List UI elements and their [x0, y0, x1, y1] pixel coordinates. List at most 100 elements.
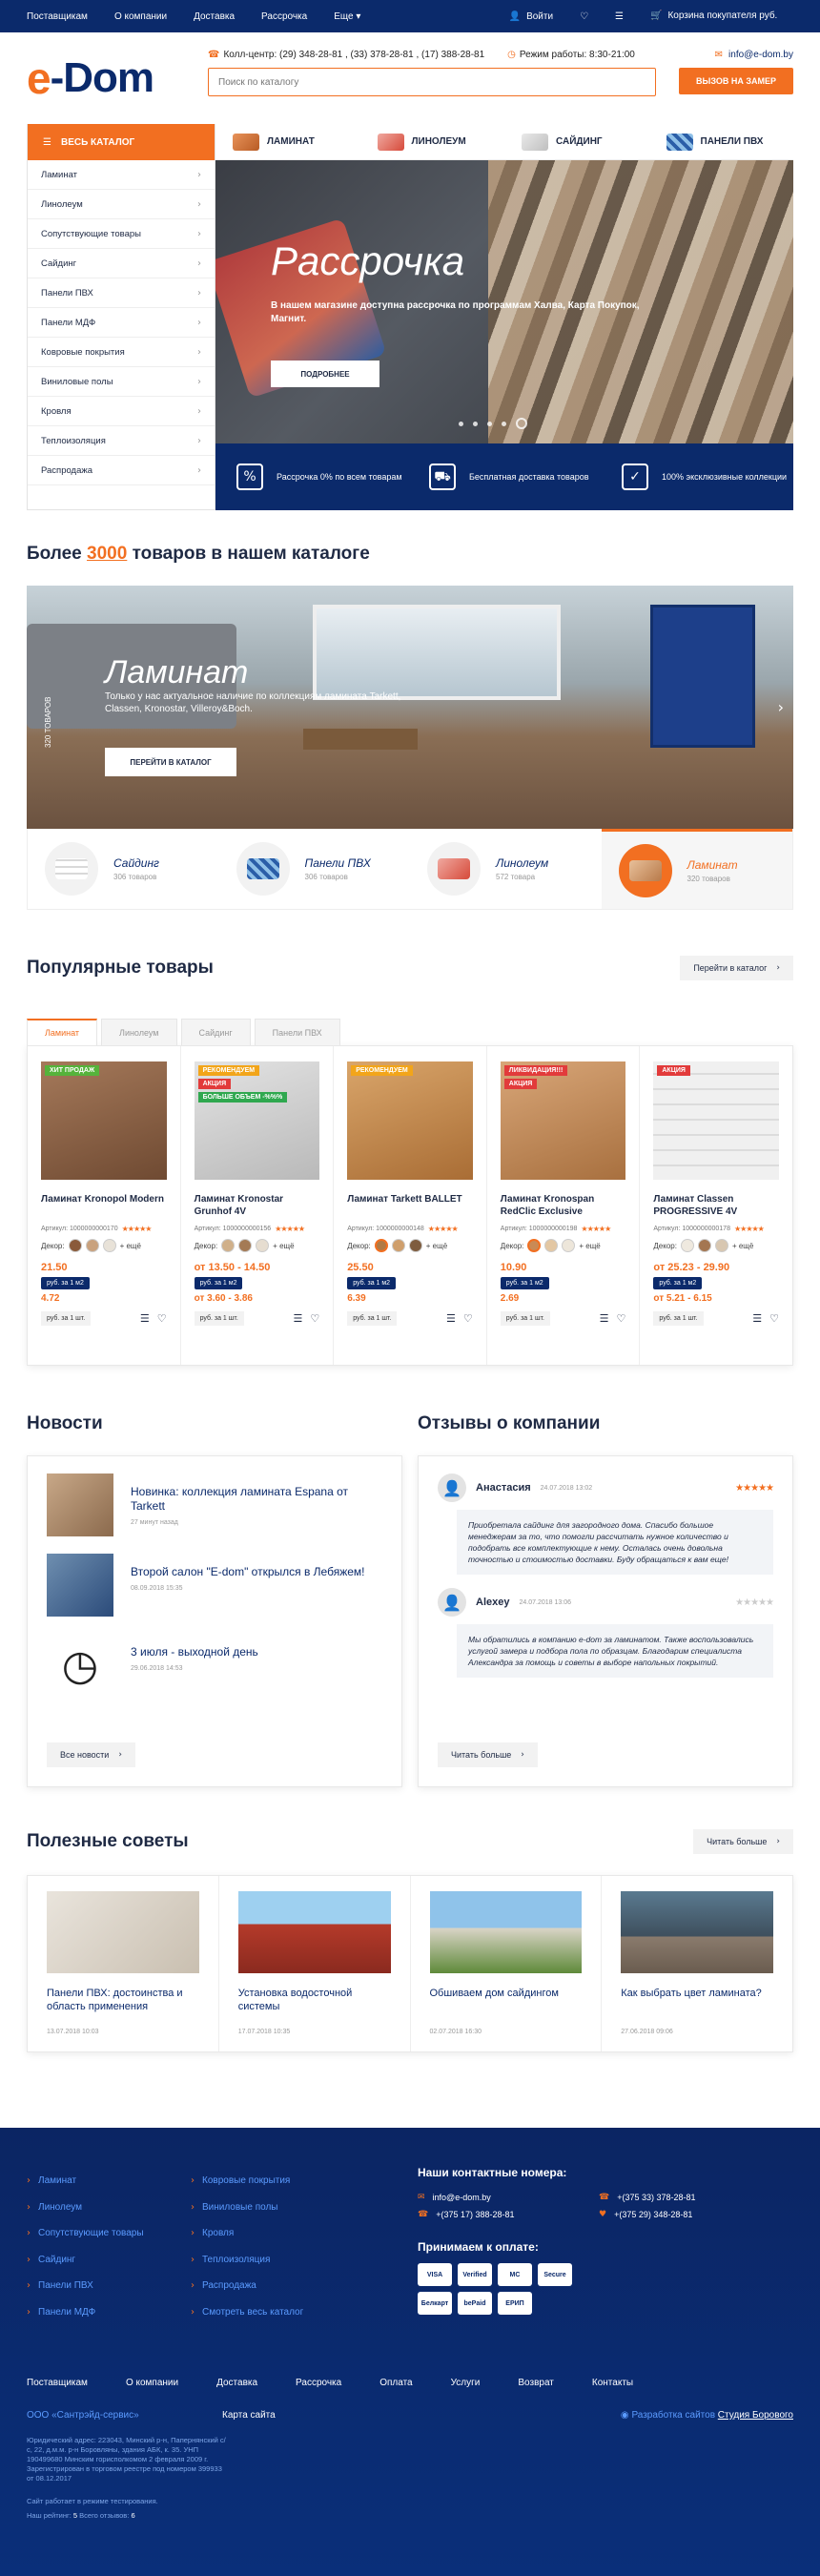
product-card[interactable]: ЛИКВИДАЦИЯ!!! АКЦИЯ Ламинат Kronospan Re…	[487, 1046, 641, 1365]
compare-icon[interactable]: ☰	[140, 1312, 150, 1325]
tip-card[interactable]: Как выбрать цвет ламината? 27.06.2018 09:…	[602, 1876, 792, 2051]
sidebar-item-vinyl[interactable]: Виниловые полы ›	[28, 367, 215, 397]
product-image[interactable]: ЛИКВИДАЦИЯ!!! АКЦИЯ	[500, 1061, 626, 1180]
qty-selector[interactable]: руб. за 1 шт.	[194, 1311, 244, 1326]
cart-link[interactable]: 🛒 Корзина покупателя руб.	[650, 10, 793, 22]
product-name[interactable]: Ламинат Kronospan RedClic Exclusive	[501, 1193, 626, 1220]
footer-link[interactable]: › Виниловые полы	[191, 2195, 303, 2221]
product-name[interactable]: Ламинат Classen PROGRESSIVE 4V	[653, 1193, 779, 1220]
product-name[interactable]: Ламинат Kronopol Modern	[41, 1193, 167, 1220]
heart-icon[interactable]: ♡	[617, 1312, 626, 1325]
tab-laminate[interactable]: Ламинат	[27, 1019, 98, 1045]
tips-more-button[interactable]: Читать больше ›	[693, 1829, 793, 1854]
category-card-pvc[interactable]: Панели ПВХ 306 товаров	[219, 829, 411, 909]
footer-link[interactable]: › Панели ПВХ	[27, 2273, 144, 2299]
sitemap-link[interactable]: Карта сайта	[222, 2410, 276, 2421]
category-card-linoleum[interactable]: Линолеум 572 товара	[410, 829, 602, 909]
product-card[interactable]: РЕКОМЕНДУЕМ Ламинат Tarkett BALLET Артик…	[334, 1046, 487, 1365]
footer-menu-contacts[interactable]: Контакты	[592, 2378, 633, 2388]
tip-title[interactable]: Панели ПВХ: достоинства и область примен…	[47, 1987, 199, 2015]
category-card-laminate[interactable]: Ламинат 320 товаров	[601, 829, 792, 909]
decor-swatch[interactable]	[680, 1239, 694, 1252]
decor-swatch[interactable]	[714, 1239, 728, 1252]
compare-button[interactable]: ☰	[615, 11, 624, 22]
banner-catalog-button[interactable]: ПЕРЕЙТИ В КАТАЛОГ	[105, 748, 236, 776]
qty-selector[interactable]: руб. за 1 шт.	[653, 1311, 704, 1326]
footer-link[interactable]: › Сайдинг	[27, 2247, 144, 2274]
tab-siding[interactable]: САЙДИНГ	[504, 124, 649, 159]
sidebar-item-insulation[interactable]: Теплоизоляция ›	[28, 426, 215, 456]
sidebar-item-laminate[interactable]: Ламинат ›	[28, 160, 215, 190]
footer-menu-delivery[interactable]: Доставка	[216, 2378, 257, 2388]
more-reviews-button[interactable]: Читать больше ›	[438, 1742, 538, 1767]
tab-laminate[interactable]: ЛАМИНАТ	[215, 124, 360, 159]
slider-dot[interactable]	[473, 421, 478, 426]
heart-icon[interactable]: ♡	[463, 1312, 473, 1325]
tip-card[interactable]: Установка водосточной системы 17.07.2018 …	[219, 1876, 411, 2051]
decor-more[interactable]: + ещё	[732, 1242, 753, 1250]
top-link-delivery[interactable]: Доставка	[194, 11, 235, 22]
footer-menu-suppliers[interactable]: Поставщикам	[27, 2378, 88, 2388]
hero-details-button[interactable]: ПОДРОБНЕЕ	[271, 361, 379, 387]
decor-swatch[interactable]	[527, 1239, 542, 1252]
heart-icon[interactable]: ♡	[769, 1312, 779, 1325]
tab-siding[interactable]: Сайдинг	[180, 1019, 251, 1045]
qty-selector[interactable]: руб. за 1 шт.	[41, 1311, 92, 1326]
product-card[interactable]: РЕКОМЕНДУЕМ АКЦИЯ БОЛЬШЕ ОБЪЕМ -%%% Лами…	[181, 1046, 335, 1365]
slider-dot[interactable]	[502, 421, 506, 426]
catalog-toggle[interactable]: ☰ ВЕСЬ КАТАЛОГ	[28, 124, 215, 160]
heart-icon[interactable]: ♡	[157, 1312, 167, 1325]
sidebar-item-sale[interactable]: Распродажа ›	[28, 456, 215, 485]
product-image[interactable]: ХИТ ПРОДАЖ	[41, 1061, 167, 1180]
decor-swatch[interactable]	[408, 1239, 422, 1252]
product-image[interactable]: РЕКОМЕНДУЕМ	[347, 1061, 473, 1180]
footer-link[interactable]: › Распродажа	[191, 2273, 303, 2299]
qty-selector[interactable]: руб. за 1 шт.	[347, 1311, 398, 1326]
top-link-more[interactable]: Еще ▾	[334, 11, 360, 22]
header-email[interactable]: info@e-dom.by	[728, 50, 793, 60]
search-input[interactable]	[208, 68, 656, 96]
footer-link[interactable]: › Сопутствующие товары	[27, 2220, 144, 2247]
tip-title[interactable]: Как выбрать цвет ламината?	[621, 1987, 773, 2015]
news-item[interactable]: Новинка: коллекция ламината Espana от Ta…	[47, 1473, 382, 1536]
decor-swatch[interactable]	[391, 1239, 405, 1252]
footer-menu-about[interactable]: О компании	[126, 2378, 178, 2388]
decor-more[interactable]: + ещё	[120, 1242, 141, 1250]
decor-swatch[interactable]	[562, 1239, 576, 1252]
logo[interactable]: e -Dom	[27, 52, 208, 104]
product-name[interactable]: Ламинат Kronostar Grunhof 4V	[195, 1193, 320, 1220]
decor-swatch[interactable]	[238, 1239, 253, 1252]
category-card-siding[interactable]: Сайдинг 306 товаров	[28, 829, 219, 909]
footer-email[interactable]: info@e-dom.by	[433, 2193, 491, 2202]
tip-card[interactable]: Обшиваем дом сайдингом 02.07.2018 16:30	[411, 1876, 603, 2051]
footer-link[interactable]: › Теплоизоляция	[191, 2247, 303, 2274]
footer-link[interactable]: › Кровля	[191, 2220, 303, 2247]
footer-link[interactable]: › Смотреть весь каталог	[191, 2299, 303, 2326]
qty-selector[interactable]: руб. за 1 шт.	[500, 1311, 550, 1326]
compare-icon[interactable]: ☰	[446, 1312, 456, 1325]
footer-menu-services[interactable]: Услуги	[451, 2378, 481, 2388]
footer-menu-payment[interactable]: Оплата	[379, 2378, 412, 2388]
login-link[interactable]: 👤 Войти	[509, 11, 553, 22]
tip-title[interactable]: Обшиваем дом сайдингом	[430, 1987, 583, 2015]
top-link-suppliers[interactable]: Поставщикам	[27, 11, 88, 22]
slider-dot-active[interactable]	[516, 418, 527, 429]
product-name[interactable]: Ламинат Tarkett BALLET	[347, 1193, 473, 1220]
sidebar-item-siding[interactable]: Сайдинг ›	[28, 249, 215, 278]
slider-dot[interactable]	[459, 421, 463, 426]
decor-swatch[interactable]	[256, 1239, 270, 1252]
decor-swatch[interactable]	[68, 1239, 82, 1252]
slider-dot[interactable]	[487, 421, 492, 426]
sidebar-item-linoleum[interactable]: Линолеум ›	[28, 190, 215, 219]
footer-phone[interactable]: +(375 29) 348-28-81	[614, 2210, 692, 2219]
footer-phone[interactable]: +(375 17) 388-28-81	[436, 2210, 514, 2219]
decor-swatch[interactable]	[102, 1239, 116, 1252]
decor-swatch[interactable]	[221, 1239, 236, 1252]
to-catalog-button[interactable]: Перейти в каталог ›	[680, 956, 793, 980]
decor-more[interactable]: + ещё	[273, 1242, 294, 1250]
news-item[interactable]: Второй салон "E-dom" открылся в Лебяжем!…	[47, 1554, 382, 1617]
decor-more[interactable]: + ещё	[426, 1242, 447, 1250]
news-item-title[interactable]: Новинка: коллекция ламината Espana от Ta…	[131, 1485, 382, 1514]
footer-menu-installments[interactable]: Рассрочка	[296, 2378, 341, 2388]
tip-title[interactable]: Установка водосточной системы	[238, 1987, 391, 2015]
